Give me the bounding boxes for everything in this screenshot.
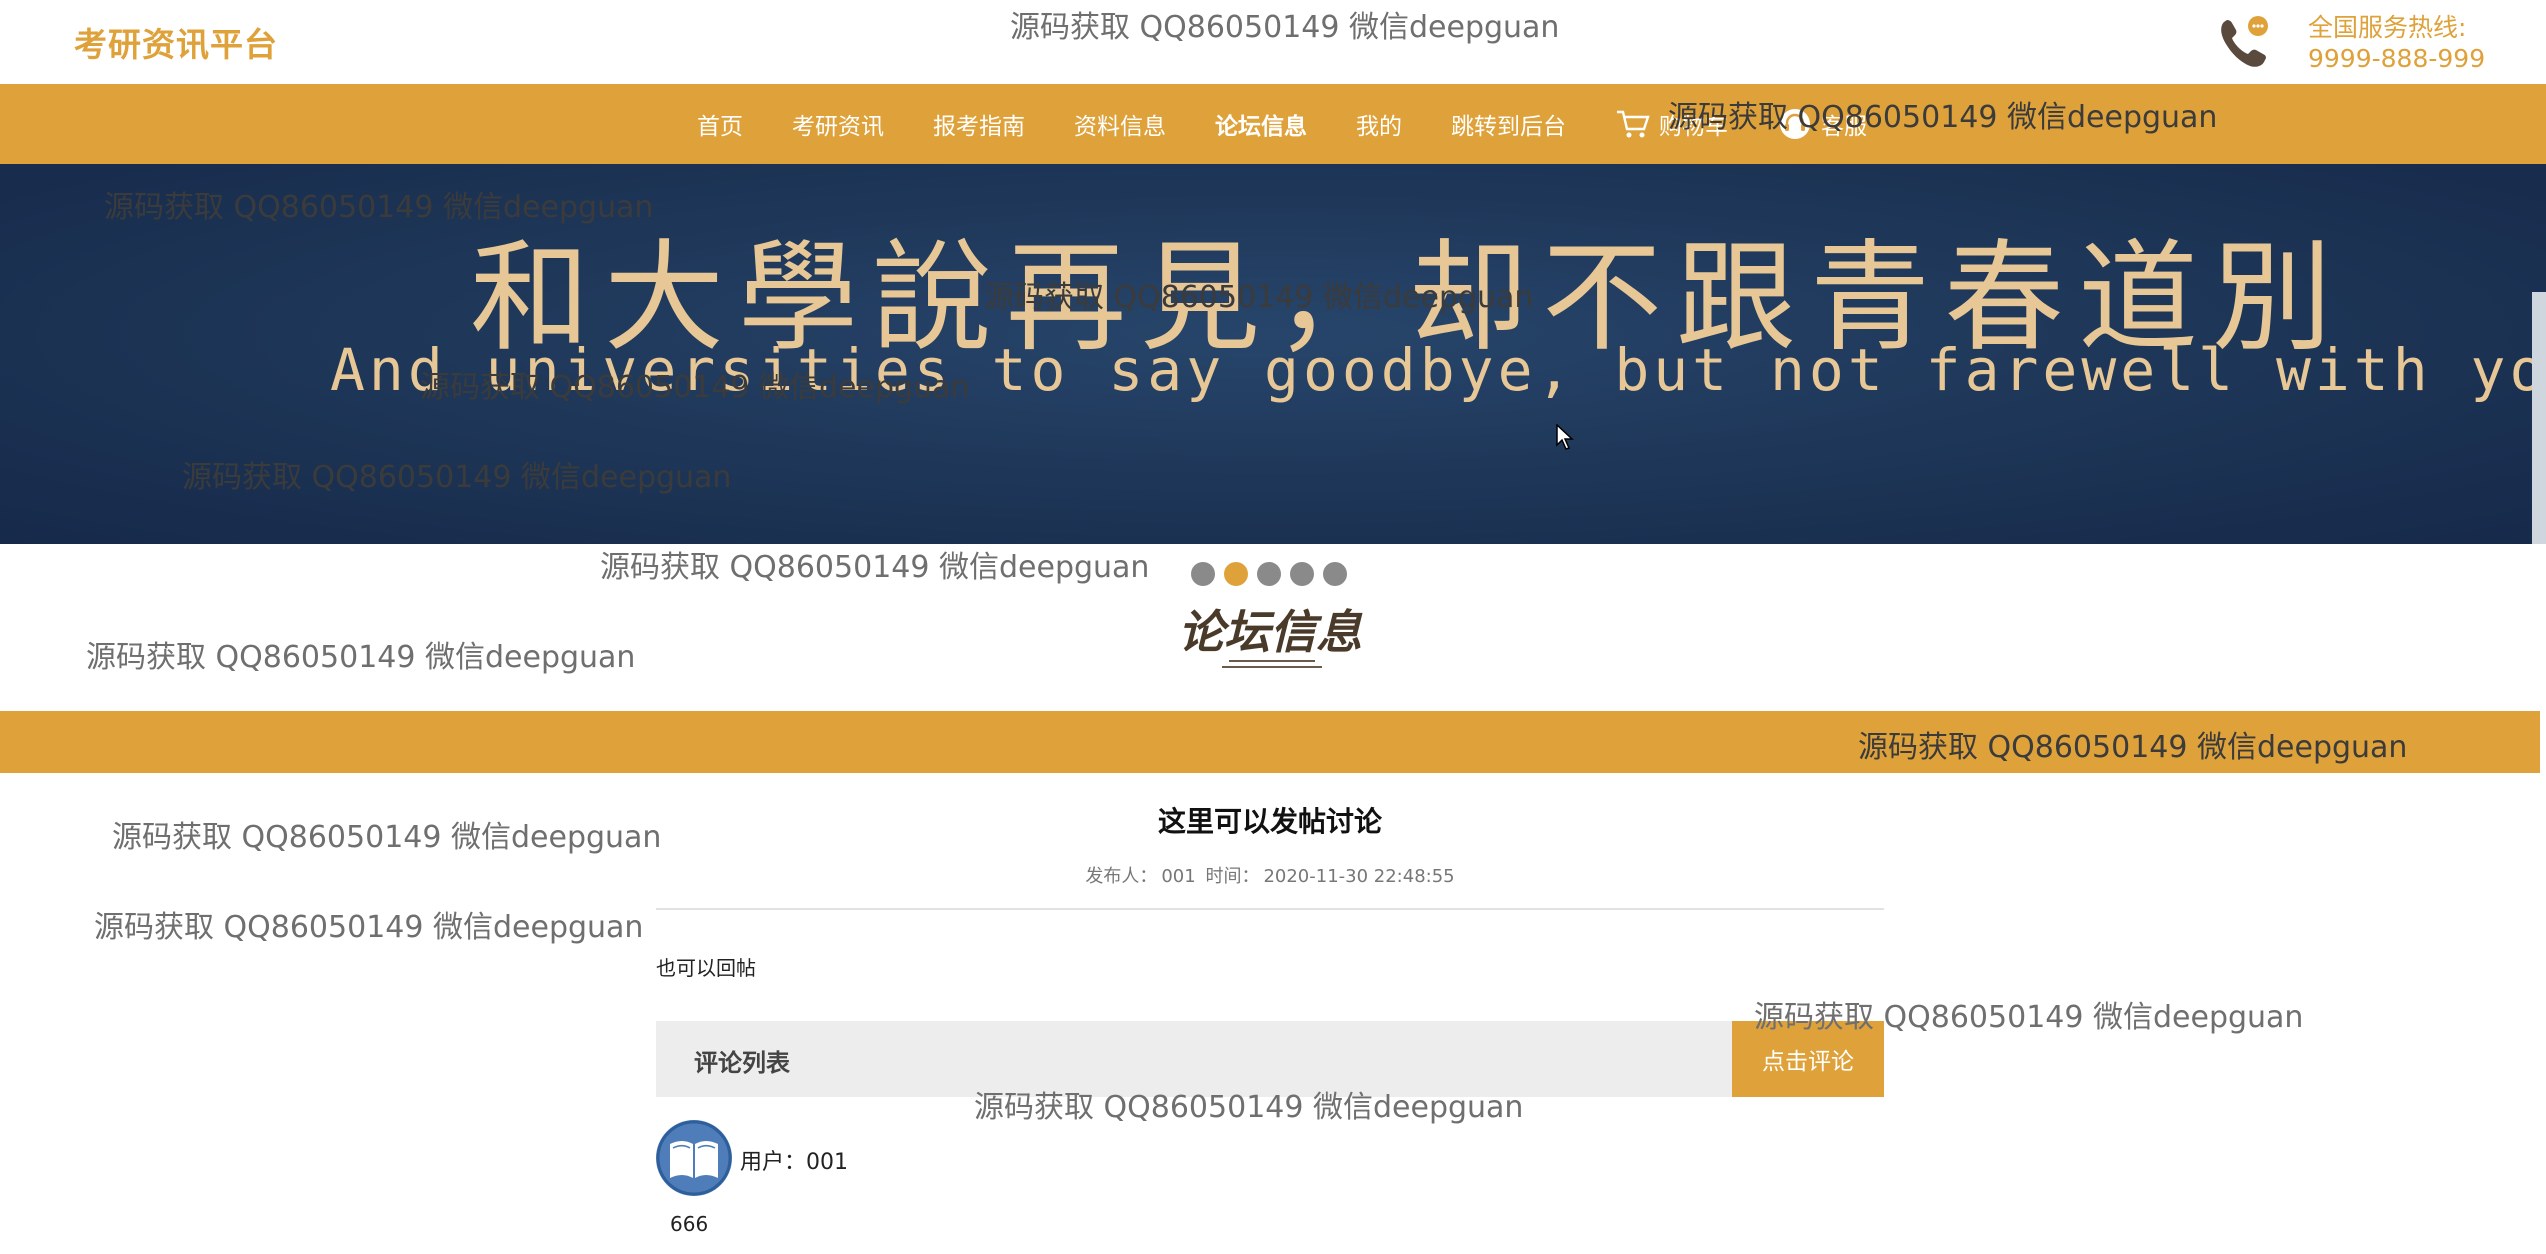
book-icon (656, 1120, 732, 1196)
nav-item-home[interactable]: 首页 (697, 107, 743, 141)
watermark: 源码获取 QQ86050149 微信deepguan (600, 550, 1150, 585)
post-title: 这里可以发帖讨论 (1157, 805, 1382, 838)
comment-list-title: 评论列表 (694, 1049, 790, 1077)
cart-icon (1615, 106, 1651, 142)
hero-banner[interactable]: 和大學說再見，却不跟青春道別 And universities to say g… (0, 164, 2546, 544)
hotline-number: 9999-888-999 (2308, 44, 2486, 73)
banner-subtitle: And universities to say goodbye, but not… (330, 336, 2546, 404)
comment-content: 666 (670, 1212, 709, 1236)
nav-item-service[interactable]: 客服 (1777, 106, 1867, 142)
site-logo[interactable]: 考研资讯平台 (74, 18, 278, 66)
nav-item-forum[interactable]: 论坛信息 (1215, 107, 1307, 141)
section-title: 论坛信息 (1178, 605, 1362, 659)
watermark: 源码获取 QQ86050149 微信deepguan (94, 910, 644, 945)
post-meta: 发布人： 001 时间： 2020-11-30 22:48:55 (656, 862, 1884, 888)
nav-item-guide[interactable]: 报考指南 (933, 107, 1025, 141)
page-scrollbar[interactable] (2532, 292, 2546, 544)
add-comment-button[interactable]: 点击评论 (1732, 1021, 1884, 1097)
comment-user: 用户：001 (740, 1150, 849, 1175)
avatar (656, 1120, 732, 1196)
phone-icon (2216, 12, 2274, 70)
nav-item-news[interactable]: 考研资讯 (792, 107, 884, 141)
post-divider (656, 908, 1884, 910)
post-content: 也可以回帖 (656, 956, 756, 980)
top-header: 考研资讯平台 全国服务热线: 9999-888-999 (0, 0, 2546, 84)
publisher-label: 发布人： (1085, 866, 1158, 887)
watermark: 源码获取 QQ86050149 微信deepguan (112, 820, 662, 855)
section-title-underline (1222, 660, 1322, 672)
nav-item-materials[interactable]: 资料信息 (1074, 107, 1166, 141)
carousel-dot-3[interactable] (1257, 562, 1281, 586)
carousel-dot-4[interactable] (1290, 562, 1314, 586)
time-value: 2020-11-30 22:48:55 (1263, 866, 1455, 887)
nav-item-mine[interactable]: 我的 (1356, 107, 1402, 141)
nav-item-admin[interactable]: 跳转到后台 (1451, 107, 1566, 141)
carousel-dots (1191, 562, 1356, 586)
section-divider-strip (0, 711, 2540, 773)
publisher-value: 001 (1161, 866, 1196, 887)
headset-icon (1777, 106, 1813, 142)
mouse-cursor-icon (1556, 423, 1574, 450)
comment-list-header: 评论列表 点击评论 (656, 1021, 1884, 1097)
carousel-dot-2[interactable] (1224, 562, 1248, 586)
service-hotline: 全国服务热线: 9999-888-999 (2216, 12, 2485, 74)
watermark: 源码获取 QQ86050149 微信deepguan (86, 640, 636, 675)
time-label: 时间： (1205, 866, 1260, 887)
carousel-dot-5[interactable] (1323, 562, 1347, 586)
main-nav: 首页 考研资讯 报考指南 资料信息 论坛信息 我的 跳转到后台 购物车 客服 (0, 84, 2546, 164)
nav-item-cart[interactable]: 购物车 (1615, 106, 1728, 142)
hotline-label: 全国服务热线: (2308, 13, 2467, 42)
carousel-dot-1[interactable] (1191, 562, 1215, 586)
